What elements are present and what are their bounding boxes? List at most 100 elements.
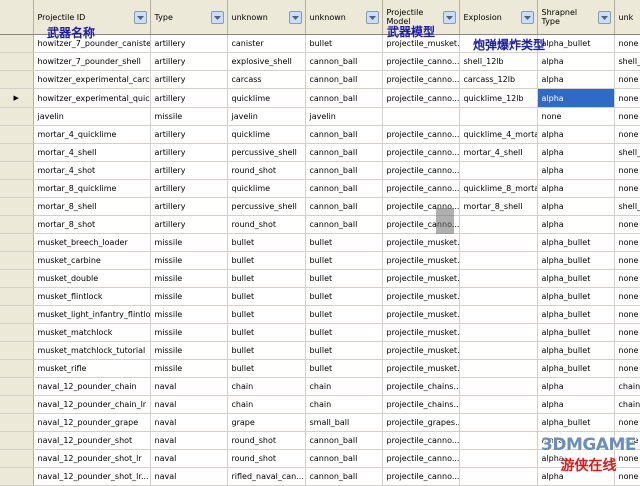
- row-selector[interactable]: [0, 180, 33, 198]
- cell-unknown-2[interactable]: cannon_ball: [305, 450, 382, 468]
- cell-unknown-3[interactable]: none: [614, 306, 640, 324]
- cell-projectile-id[interactable]: musket_rifle: [33, 360, 150, 378]
- cell-explosion[interactable]: [459, 324, 537, 342]
- table-row[interactable]: mortar_4_shellartillerypercussive_shellc…: [0, 144, 640, 162]
- cell-projectile-model[interactable]: projectile_grapes...: [382, 414, 459, 432]
- row-selector[interactable]: [0, 53, 33, 71]
- cell-shrapnel-type[interactable]: alpha: [537, 216, 614, 234]
- cell-projectile-model[interactable]: projectile_canno...: [382, 53, 459, 71]
- cell-projectile-id[interactable]: mortar_4_shot: [33, 162, 150, 180]
- row-selector[interactable]: [0, 360, 33, 378]
- cell-projectile-model[interactable]: projectile_musket...: [382, 360, 459, 378]
- cell-unknown-2[interactable]: cannon_ball: [305, 89, 382, 108]
- cell-unknown-1[interactable]: javelin: [227, 108, 305, 126]
- row-selector[interactable]: [0, 35, 33, 53]
- cell-projectile-id[interactable]: naval_12_pounder_shot_lr: [33, 450, 150, 468]
- table-row[interactable]: mortar_8_quicklimeartilleryquicklimecann…: [0, 180, 640, 198]
- table-row[interactable]: mortar_4_quicklimeartilleryquicklimecann…: [0, 126, 640, 144]
- cell-projectile-id[interactable]: mortar_4_shell: [33, 144, 150, 162]
- row-selector[interactable]: [0, 216, 33, 234]
- cell-unknown-3[interactable]: none: [614, 414, 640, 432]
- cell-unknown-2[interactable]: bullet: [305, 252, 382, 270]
- cell-unknown-1[interactable]: percussive_shell: [227, 198, 305, 216]
- row-selector[interactable]: [0, 396, 33, 414]
- cell-unknown-2[interactable]: bullet: [305, 288, 382, 306]
- cell-shrapnel-type[interactable]: alpha: [537, 126, 614, 144]
- cell-shrapnel-type[interactable]: alpha: [537, 378, 614, 396]
- cell-explosion[interactable]: quicklime_8_mortar: [459, 180, 537, 198]
- cell-unknown-3[interactable]: none: [614, 324, 640, 342]
- cell-explosion[interactable]: quicklime_4_mortar: [459, 126, 537, 144]
- cell-projectile-id[interactable]: naval_12_pounder_shot: [33, 432, 150, 450]
- cell-unknown-2[interactable]: chain: [305, 378, 382, 396]
- row-selector[interactable]: [0, 162, 33, 180]
- cell-type[interactable]: naval: [150, 432, 227, 450]
- row-selector[interactable]: [0, 306, 33, 324]
- cell-unknown-3[interactable]: none: [614, 342, 640, 360]
- cell-unknown-1[interactable]: bullet: [227, 252, 305, 270]
- cell-unknown-1[interactable]: canister: [227, 35, 305, 53]
- cell-projectile-id[interactable]: naval_12_pounder_grape: [33, 414, 150, 432]
- cell-explosion[interactable]: [459, 288, 537, 306]
- cell-projectile-model[interactable]: projectile_canno...: [382, 71, 459, 89]
- cell-unknown-2[interactable]: bullet: [305, 35, 382, 53]
- table-row[interactable]: mortar_8_shotartilleryround_shotcannon_b…: [0, 216, 640, 234]
- cell-unknown-2[interactable]: cannon_ball: [305, 432, 382, 450]
- row-selector[interactable]: [0, 288, 33, 306]
- cell-unknown-1[interactable]: grape: [227, 414, 305, 432]
- column-header-unknown-1[interactable]: unknown: [227, 0, 305, 35]
- cell-type[interactable]: artillery: [150, 162, 227, 180]
- cell-unknown-2[interactable]: cannon_ball: [305, 468, 382, 486]
- table-row[interactable]: naval_12_pounder_chainnavalchainchainpro…: [0, 378, 640, 396]
- table-row[interactable]: musket_matchlockmissilebulletbulletproje…: [0, 324, 640, 342]
- row-selector[interactable]: [0, 126, 33, 144]
- cell-shrapnel-type[interactable]: alpha_bullet: [537, 324, 614, 342]
- cell-shrapnel-type[interactable]: alpha: [537, 180, 614, 198]
- cell-unknown-1[interactable]: carcass: [227, 71, 305, 89]
- cell-type[interactable]: naval: [150, 468, 227, 486]
- table-row[interactable]: musket_flintlockmissilebulletbulletproje…: [0, 288, 640, 306]
- table-row[interactable]: naval_12_pounder_grapenavalgrapesmall_ba…: [0, 414, 640, 432]
- cell-unknown-3[interactable]: none: [614, 180, 640, 198]
- cell-unknown-3[interactable]: shell_: [614, 144, 640, 162]
- cell-projectile-id[interactable]: howitzer_experimental_quic...: [33, 89, 150, 108]
- cell-unknown-1[interactable]: round_shot: [227, 162, 305, 180]
- cell-shrapnel-type[interactable]: none: [537, 108, 614, 126]
- cell-explosion[interactable]: [459, 378, 537, 396]
- cell-projectile-id[interactable]: musket_matchlock: [33, 324, 150, 342]
- cell-unknown-3[interactable]: none: [614, 162, 640, 180]
- cell-unknown-3[interactable]: none: [614, 234, 640, 252]
- cell-unknown-3[interactable]: none: [614, 89, 640, 108]
- cell-unknown-1[interactable]: bullet: [227, 288, 305, 306]
- cell-projectile-model[interactable]: projectile_canno...: [382, 450, 459, 468]
- table-row[interactable]: mortar_4_shotartilleryround_shotcannon_b…: [0, 162, 640, 180]
- filter-dropdown-icon[interactable]: [443, 11, 456, 24]
- column-header-unknown-2[interactable]: unknown: [305, 0, 382, 35]
- cell-projectile-id[interactable]: javelin: [33, 108, 150, 126]
- cell-unknown-1[interactable]: chain: [227, 378, 305, 396]
- cell-type[interactable]: missile: [150, 234, 227, 252]
- column-header-explosion[interactable]: Explosion: [459, 0, 537, 35]
- cell-explosion[interactable]: mortar_4_shell: [459, 144, 537, 162]
- cell-projectile-model[interactable]: projectile_musket...: [382, 252, 459, 270]
- cell-explosion[interactable]: mortar_8_shell: [459, 198, 537, 216]
- cell-unknown-1[interactable]: bullet: [227, 324, 305, 342]
- row-selector[interactable]: [0, 270, 33, 288]
- cell-type[interactable]: missile: [150, 270, 227, 288]
- cell-type[interactable]: naval: [150, 414, 227, 432]
- cell-type[interactable]: artillery: [150, 198, 227, 216]
- cell-projectile-model[interactable]: projectile_chains...: [382, 396, 459, 414]
- cell-unknown-3[interactable]: none: [614, 252, 640, 270]
- filter-dropdown-icon[interactable]: [289, 11, 302, 24]
- cell-shrapnel-type[interactable]: alpha_bullet: [537, 35, 614, 53]
- cell-explosion[interactable]: shell_12lb: [459, 53, 537, 71]
- column-header-type[interactable]: Type: [150, 0, 227, 35]
- row-selector[interactable]: [0, 234, 33, 252]
- filter-dropdown-icon[interactable]: [134, 11, 147, 24]
- cell-projectile-id[interactable]: howitzer_experimental_carc...: [33, 71, 150, 89]
- cell-projectile-model[interactable]: projectile_musket...: [382, 324, 459, 342]
- cell-explosion[interactable]: [459, 450, 537, 468]
- cell-type[interactable]: artillery: [150, 126, 227, 144]
- cell-unknown-3[interactable]: chain: [614, 396, 640, 414]
- cell-unknown-2[interactable]: bullet: [305, 342, 382, 360]
